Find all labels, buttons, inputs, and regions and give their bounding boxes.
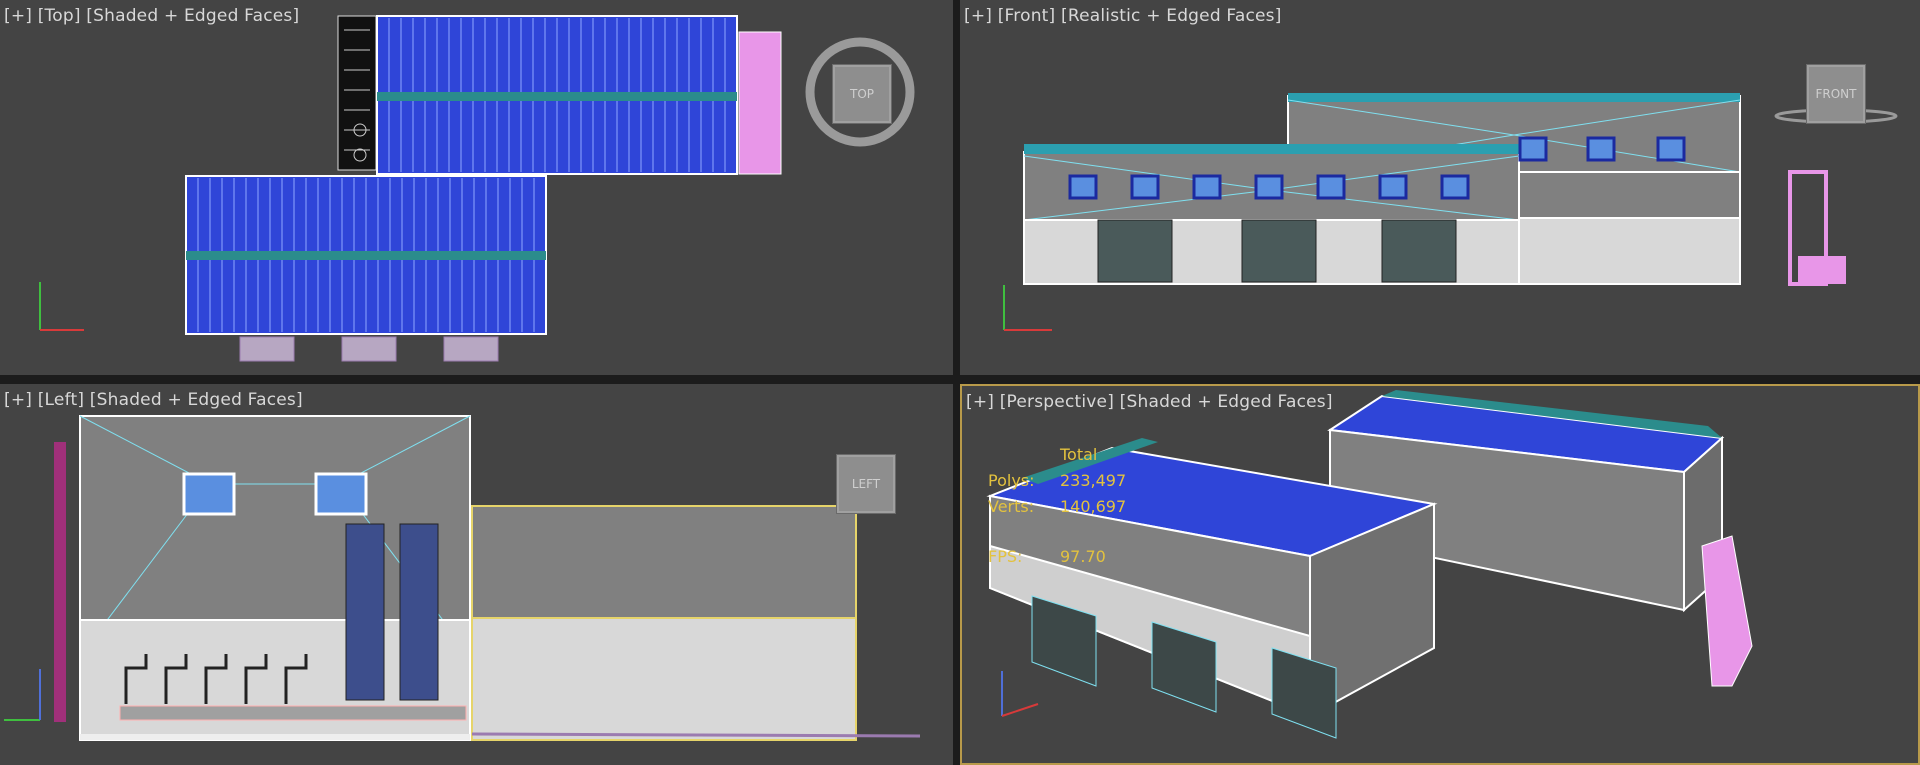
front-scene [1003, 93, 1898, 331]
viewport-menu-plus[interactable]: [+] [4, 390, 32, 410]
stats-polys-value: 233,497 [1060, 471, 1127, 490]
viewport-label-top[interactable]: [+] [Top] [Shaded + Edged Faces] [4, 6, 299, 26]
top-scene [39, 15, 915, 362]
viewport-menu-plus[interactable]: [+] [4, 6, 32, 26]
window-icon [1130, 174, 1160, 200]
viewport-shading-menu[interactable]: [Realistic + Edged Faces] [1061, 6, 1282, 26]
window-icon [1518, 136, 1548, 162]
viewport-label-front[interactable]: [+] [Front] [Realistic + Edged Faces] [964, 6, 1282, 26]
stats-fps-value: 97.70 [1060, 547, 1106, 566]
axis-tripod-icon [39, 282, 84, 331]
window-icon [1068, 174, 1098, 200]
garage-door-icon [1381, 219, 1457, 283]
viewport-label-left[interactable]: [+] [Left] [Shaded + Edged Faces] [4, 390, 303, 410]
window-icon [1378, 174, 1408, 200]
viewport-grid: TOP [+] [Top] [Shaded + Edged Faces] FRO… [0, 0, 1920, 765]
viewcube-front[interactable]: FRONT [1806, 64, 1866, 124]
axis-tripod-icon [1003, 285, 1052, 331]
viewcube-left[interactable]: LEFT [836, 454, 896, 514]
stats-polys-label: Polys: [988, 471, 1035, 490]
window-icon [1316, 174, 1346, 200]
garage-door-icon [1097, 219, 1173, 283]
viewport-menu-plus[interactable]: [+] [966, 392, 994, 412]
viewport-shading-menu[interactable]: [Shaded + Edged Faces] [90, 390, 303, 410]
viewport-view-menu[interactable]: [Left] [38, 390, 84, 410]
axis-tripod-icon [4, 669, 41, 721]
viewport-top[interactable]: TOP [+] [Top] [Shaded + Edged Faces] [0, 0, 953, 375]
garage-door-icon [1241, 219, 1317, 283]
viewport-front[interactable]: FRONT [+] [Front] [Realistic + Edged Fac… [960, 0, 1920, 375]
viewport-view-menu[interactable]: [Top] [38, 6, 81, 26]
window-icon [1586, 136, 1616, 162]
window-icon [1254, 174, 1284, 200]
viewport-view-menu[interactable]: [Perspective] [1000, 392, 1114, 412]
axis-tripod-icon [1001, 671, 1039, 717]
stats-verts-value: 140,697 [1060, 497, 1127, 516]
viewport-shading-menu[interactable]: [Shaded + Edged Faces] [86, 6, 299, 26]
stats-fps-label: FPS: [988, 547, 1023, 566]
window-icon [1656, 136, 1686, 162]
viewport-perspective[interactable]: [+] [Perspective] [Shaded + Edged Faces]… [960, 384, 1920, 765]
viewport-label-perspective[interactable]: [+] [Perspective] [Shaded + Edged Faces] [966, 392, 1333, 412]
stats-verts-label: Verts: [988, 497, 1035, 516]
viewport-left[interactable]: LEFT [+] [Left] [Shaded + Edged Faces] [0, 384, 953, 765]
statistics-overlay: Total Polys: 233,497 Verts: 140,697 FPS: 97… [988, 442, 1126, 570]
viewcube-top[interactable]: TOP [832, 64, 892, 124]
window-icon [1440, 174, 1470, 200]
left-scene [4, 415, 921, 741]
viewport-menu-plus[interactable]: [+] [964, 6, 992, 26]
viewport-view-menu[interactable]: [Front] [998, 6, 1056, 26]
stats-header: Total [1060, 445, 1098, 464]
window-icon [1192, 174, 1222, 200]
viewport-shading-menu[interactable]: [Shaded + Edged Faces] [1120, 392, 1333, 412]
